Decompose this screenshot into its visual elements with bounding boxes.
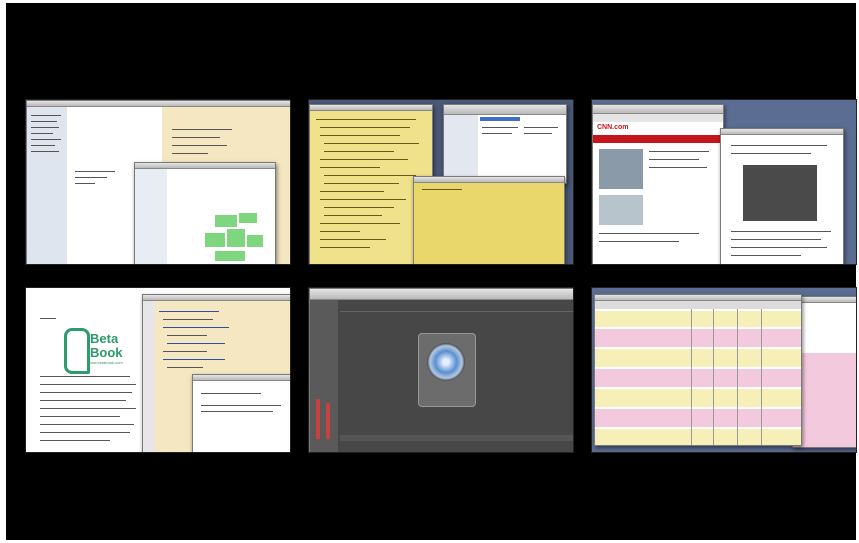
space-thumbnail-3[interactable]: CNN.com — [591, 99, 857, 265]
calendar-event[interactable] — [247, 235, 263, 247]
space-thumbnail-1[interactable] — [25, 99, 291, 265]
space-thumbnail-5[interactable] — [308, 287, 574, 453]
book-title: Beta — [90, 332, 119, 346]
spaces-overview: CNN.com Beta Book www.betabook.com — [6, 3, 857, 540]
cnn-logo[interactable]: CNN.com — [597, 123, 629, 133]
spreadsheet-window[interactable] — [594, 294, 802, 446]
calendar-event[interactable] — [227, 229, 245, 247]
article-window[interactable] — [720, 128, 844, 264]
table-row[interactable] — [595, 349, 801, 367]
news-photo[interactable] — [599, 149, 643, 189]
table-row[interactable] — [595, 429, 801, 445]
table-row[interactable] — [595, 369, 801, 387]
browser-window[interactable]: CNN.com — [592, 104, 724, 264]
table-row[interactable] — [595, 329, 801, 347]
calendar-event[interactable] — [215, 251, 245, 261]
table-row[interactable] — [595, 311, 801, 327]
article-photo — [743, 165, 817, 221]
calendar-event[interactable] — [205, 233, 225, 247]
calendar-event[interactable] — [215, 215, 237, 227]
dialog-window[interactable] — [192, 374, 290, 452]
table-row[interactable] — [595, 389, 801, 407]
speaker-icon — [427, 343, 465, 381]
document-window[interactable]: Beta Book www.betabook.com — [26, 288, 144, 452]
volume-slider[interactable] — [326, 403, 330, 439]
finder-window[interactable] — [443, 104, 567, 184]
book-title: Book — [90, 346, 123, 360]
book-logo-icon — [64, 328, 90, 374]
note-window[interactable] — [413, 176, 565, 264]
mixer-strip — [310, 300, 338, 452]
calendar-event[interactable] — [239, 213, 257, 223]
audio-app-window[interactable] — [309, 288, 573, 452]
space-thumbnail-2[interactable] — [308, 99, 574, 265]
calendar-window[interactable] — [134, 162, 276, 264]
volume-slider[interactable] — [316, 399, 320, 439]
table-row[interactable] — [595, 409, 801, 427]
book-tagline: www.betabook.com — [88, 360, 123, 365]
space-thumbnail-4[interactable]: Beta Book www.betabook.com — [25, 287, 291, 453]
space-thumbnail-6[interactable] — [591, 287, 857, 453]
